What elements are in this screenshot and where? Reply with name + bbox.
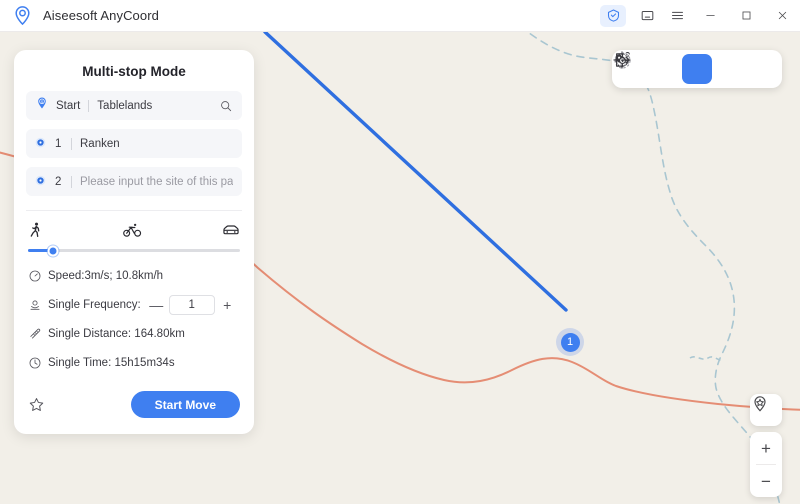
search-icon[interactable] bbox=[219, 99, 233, 113]
boundary-detail-line bbox=[689, 356, 725, 362]
car-mode-icon[interactable] bbox=[222, 223, 240, 242]
minimize-button[interactable] bbox=[692, 0, 728, 32]
frequency-value[interactable]: 1 bbox=[168, 294, 215, 315]
start-row-divider bbox=[88, 99, 90, 112]
start-pin-icon: S bbox=[35, 96, 49, 115]
ruler-icon bbox=[28, 327, 45, 341]
boundary-line bbox=[526, 32, 781, 504]
distance-row: Single Distance: 164.80km bbox=[28, 323, 240, 344]
panel-title: Multi-stop Mode bbox=[82, 64, 186, 79]
monitor-icon[interactable] bbox=[632, 3, 662, 29]
multi-stop-mode-icon[interactable] bbox=[614, 52, 712, 84]
start-location-value[interactable]: Tablelands bbox=[97, 100, 219, 112]
map-mode-toolbar bbox=[612, 50, 782, 88]
stop-index-2: 2 bbox=[55, 175, 62, 188]
stop-2-placeholder[interactable]: Please input the site of this path bbox=[80, 176, 233, 188]
stop-row-start[interactable]: S Start Tablelands bbox=[26, 91, 242, 120]
transport-mode-icons bbox=[14, 211, 254, 243]
stop-list: S Start Tablelands 1 Ranken 2 Please inp… bbox=[14, 91, 254, 205]
bike-mode-icon[interactable] bbox=[123, 222, 142, 243]
clock-icon bbox=[28, 356, 45, 370]
distance-text: Single Distance: 164.80km bbox=[48, 327, 185, 340]
frequency-increment-button[interactable]: + bbox=[220, 298, 235, 312]
stop-1-divider bbox=[71, 137, 72, 150]
close-button[interactable] bbox=[764, 0, 800, 32]
stop-dot-icon bbox=[35, 135, 46, 153]
map-zoom-controls: + − bbox=[750, 432, 782, 497]
frequency-label: Single Frequency: bbox=[48, 298, 141, 311]
speed-row: Speed:3m/s; 10.8km/h bbox=[28, 265, 240, 286]
app-title: Aiseesoft AnyCoord bbox=[43, 8, 159, 23]
exit-icon[interactable] bbox=[616, 53, 776, 84]
frequency-icon bbox=[28, 298, 45, 312]
maximize-button[interactable] bbox=[728, 0, 764, 32]
favorite-star-icon[interactable] bbox=[28, 396, 45, 413]
multi-stop-panel: Multi-stop Mode S Start Tablelands 1 Ran… bbox=[14, 50, 254, 434]
time-text: Single Time: 15h15m34s bbox=[48, 356, 175, 369]
stop-dot-icon bbox=[35, 173, 46, 191]
stop-1-value[interactable]: Ranken bbox=[80, 138, 233, 150]
walk-mode-icon[interactable] bbox=[28, 222, 43, 243]
speedometer-icon bbox=[28, 269, 45, 283]
shield-icon[interactable] bbox=[600, 4, 626, 27]
frequency-stepper: — 1 + bbox=[149, 294, 235, 315]
speed-text: Speed:3m/s; 10.8km/h bbox=[48, 269, 164, 282]
stop-row-2[interactable]: 2 Please input the site of this path bbox=[26, 167, 242, 196]
zoom-out-button[interactable]: − bbox=[750, 465, 782, 497]
route-waypoint-marker[interactable]: 1 bbox=[556, 328, 584, 356]
frequency-decrement-button[interactable]: — bbox=[149, 298, 164, 312]
title-bar: Aiseesoft AnyCoord bbox=[0, 0, 800, 32]
menu-icon[interactable] bbox=[662, 3, 692, 29]
two-spot-mode-icon[interactable] bbox=[615, 52, 680, 84]
zoom-in-button[interactable]: + bbox=[750, 432, 782, 464]
start-move-button[interactable]: Start Move bbox=[130, 391, 240, 418]
app-logo-icon bbox=[12, 5, 33, 26]
joystick-mode-icon[interactable] bbox=[614, 52, 744, 84]
app-window: Aiseesoft AnyCoord 1 + − Multi-stop Mode… bbox=[0, 0, 800, 504]
stop-2-divider bbox=[71, 175, 72, 188]
favorites-pin-icon[interactable] bbox=[750, 394, 782, 426]
speed-slider[interactable] bbox=[14, 243, 254, 256]
window-controls bbox=[600, 0, 800, 32]
speed-slider-thumb[interactable] bbox=[47, 245, 59, 256]
start-label: Start bbox=[56, 99, 81, 112]
frequency-row: Single Frequency: — 1 + bbox=[28, 294, 240, 315]
stop-row-1[interactable]: 1 Ranken bbox=[26, 129, 242, 158]
time-row: Single Time: 15h15m34s bbox=[28, 352, 240, 373]
stop-index-1: 1 bbox=[55, 137, 62, 150]
speed-slider-track[interactable] bbox=[28, 245, 240, 256]
route-waypoint-label: 1 bbox=[560, 332, 580, 352]
route-info: Speed:3m/s; 10.8km/h Single Frequency: —… bbox=[14, 252, 254, 381]
route-line bbox=[263, 32, 568, 312]
panel-footer: Start Move bbox=[14, 391, 254, 434]
